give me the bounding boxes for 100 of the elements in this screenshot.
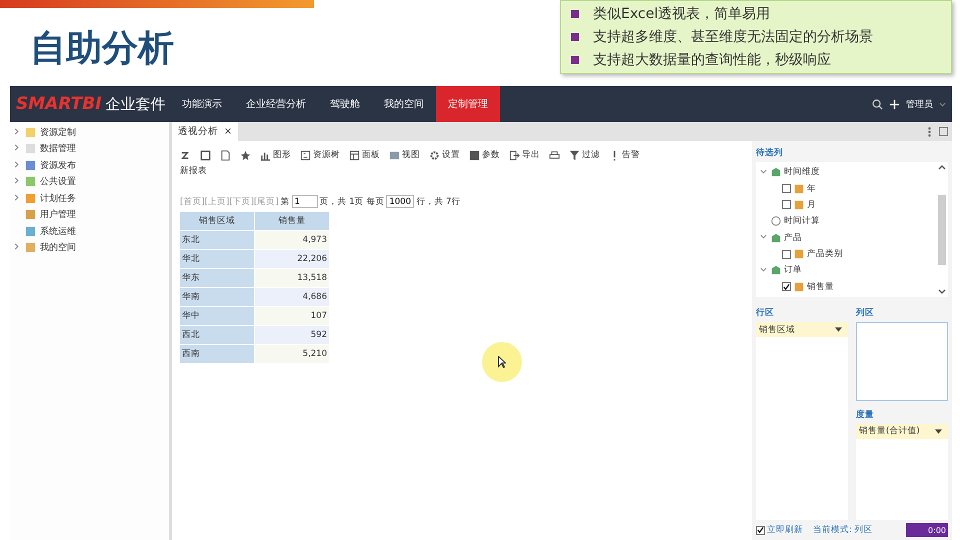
star-icon [240, 150, 251, 160]
field-icon [794, 282, 804, 292]
plus-icon[interactable] [889, 98, 900, 110]
nav-tab[interactable]: 定制管理 [436, 86, 500, 122]
save-as-icon [220, 150, 231, 160]
checkbox[interactable] [782, 200, 791, 210]
tree-item[interactable]: 产品类别 [807, 248, 843, 260]
table-cell: 西南 [180, 345, 254, 363]
chevron-down-icon[interactable] [760, 266, 767, 273]
checkbox[interactable] [782, 250, 791, 259]
toolbar-button[interactable]: 视图 [402, 149, 420, 161]
column-header: 销售量 [255, 212, 329, 230]
folder-icon [25, 176, 36, 188]
report-title: 新报表 [180, 165, 208, 177]
table-cell: 592 [255, 326, 329, 344]
chevron-right-icon[interactable] [13, 128, 20, 135]
bullet-text: 类似Excel透视表，简单易用 [593, 5, 770, 23]
zone-title: 列区 [856, 307, 875, 319]
tree-item[interactable]: 时间维度 [784, 166, 820, 178]
table-cell: 华中 [180, 307, 254, 325]
toolbar-button[interactable]: 图形 [273, 149, 291, 161]
toolbar-button[interactable]: 告警 [622, 149, 640, 161]
nav-tab[interactable]: 我的空间 [372, 86, 436, 122]
table-cell: 华东 [180, 269, 254, 287]
sidebar-item[interactable]: 公共设置 [40, 175, 76, 188]
toolbar-button[interactable]: 过滤 [582, 149, 600, 161]
close-icon[interactable]: × [224, 126, 232, 137]
table-cell: 西北 [180, 326, 254, 344]
toolbar-button[interactable]: 参数 [482, 149, 500, 161]
tree-item[interactable]: 产品 [784, 232, 802, 244]
table-cell: 4,686 [255, 288, 329, 306]
pager-text: 页，共 1页 每页 [320, 196, 384, 208]
toolbar-button[interactable]: 导出 [522, 149, 540, 161]
chevron-right-icon[interactable] [13, 243, 20, 250]
scrollbar-thumb[interactable] [938, 194, 946, 264]
cube-icon [771, 232, 781, 243]
tab-label[interactable]: 透视分析 [178, 125, 218, 138]
checkbox[interactable] [782, 184, 791, 194]
chevron-right-icon[interactable] [13, 194, 20, 201]
toolbar-button[interactable]: 设置 [442, 149, 460, 161]
sidebar-item[interactable]: 数据管理 [40, 142, 76, 156]
caret-icon[interactable] [935, 428, 942, 434]
maximize-icon[interactable] [939, 127, 948, 136]
sidebar-item[interactable]: 资源定制 [40, 126, 76, 139]
sidebar-item[interactable]: 计划任务 [40, 192, 76, 205]
logo: SMARTBI [16, 94, 102, 114]
slide-title: 自助分析 [30, 27, 174, 71]
field-icon [794, 249, 804, 260]
checkbox-label[interactable]: 立即刷新 [767, 524, 803, 536]
checkbox[interactable] [782, 282, 791, 292]
rows-per-page-input[interactable]: 1000 [386, 195, 414, 208]
gear-icon [429, 150, 440, 160]
bullet-icon [571, 10, 579, 18]
user-menu[interactable]: 管理员 [906, 98, 933, 110]
media-player[interactable]: 0:00 [906, 523, 948, 537]
sidebar-item[interactable]: 系统运维 [40, 224, 76, 238]
page-input[interactable]: 1 [292, 195, 318, 208]
chevron-right-icon[interactable] [13, 160, 20, 168]
bullet-icon [571, 33, 579, 41]
tree-item[interactable]: 销售量 [807, 280, 834, 293]
tree-item[interactable]: 时间计算 [784, 215, 820, 228]
more-icon[interactable] [928, 126, 931, 136]
folder-icon [25, 143, 36, 154]
checkbox[interactable] [756, 526, 765, 534]
tree-item[interactable]: 年 [807, 182, 816, 195]
sidebar-item[interactable]: 资源发布 [40, 158, 76, 172]
tree-item[interactable]: 订单 [784, 264, 802, 276]
tab[interactable]: 透视分析 × [172, 122, 238, 141]
filter-icon [569, 150, 580, 160]
save-icon [200, 150, 211, 160]
chevron-down-icon[interactable] [760, 233, 767, 240]
chevron-down-icon[interactable] [939, 100, 946, 108]
window-icon [389, 150, 400, 160]
export-icon [509, 150, 520, 160]
chevron-right-icon[interactable] [13, 144, 20, 152]
product-name: 企业套件 [106, 94, 166, 114]
cube-icon [771, 265, 781, 276]
sidebar-item[interactable]: 我的空间 [40, 241, 76, 254]
table-cell: 华北 [180, 250, 254, 268]
nav-tab[interactable]: 驾驶舱 [318, 86, 372, 122]
pointer-icon [498, 356, 506, 368]
folder-icon [25, 160, 36, 171]
pager-text: 行，共 7行 [416, 196, 460, 208]
caret-icon[interactable] [835, 327, 842, 332]
pager-text: 第 [280, 196, 290, 208]
toolbar-button[interactable]: 资源树 [313, 149, 340, 161]
chevron-down-icon[interactable] [760, 168, 767, 175]
chevron-right-icon[interactable] [13, 177, 20, 184]
sidebar-item[interactable]: 用户管理 [40, 208, 76, 222]
nav-tab[interactable]: 功能演示 [170, 86, 234, 122]
tree-item[interactable]: 月 [807, 198, 816, 211]
nav-tab[interactable]: 企业经营分析 [234, 86, 318, 122]
toolbar-button[interactable]: 面板 [362, 149, 380, 161]
scroll-down-icon[interactable] [938, 289, 946, 295]
scroll-up-icon[interactable] [938, 164, 946, 170]
printer-icon [549, 150, 560, 160]
search-icon[interactable] [872, 98, 883, 110]
field-icon [794, 184, 804, 194]
zone-title: 度量 [856, 408, 875, 421]
folder-icon [25, 226, 36, 237]
